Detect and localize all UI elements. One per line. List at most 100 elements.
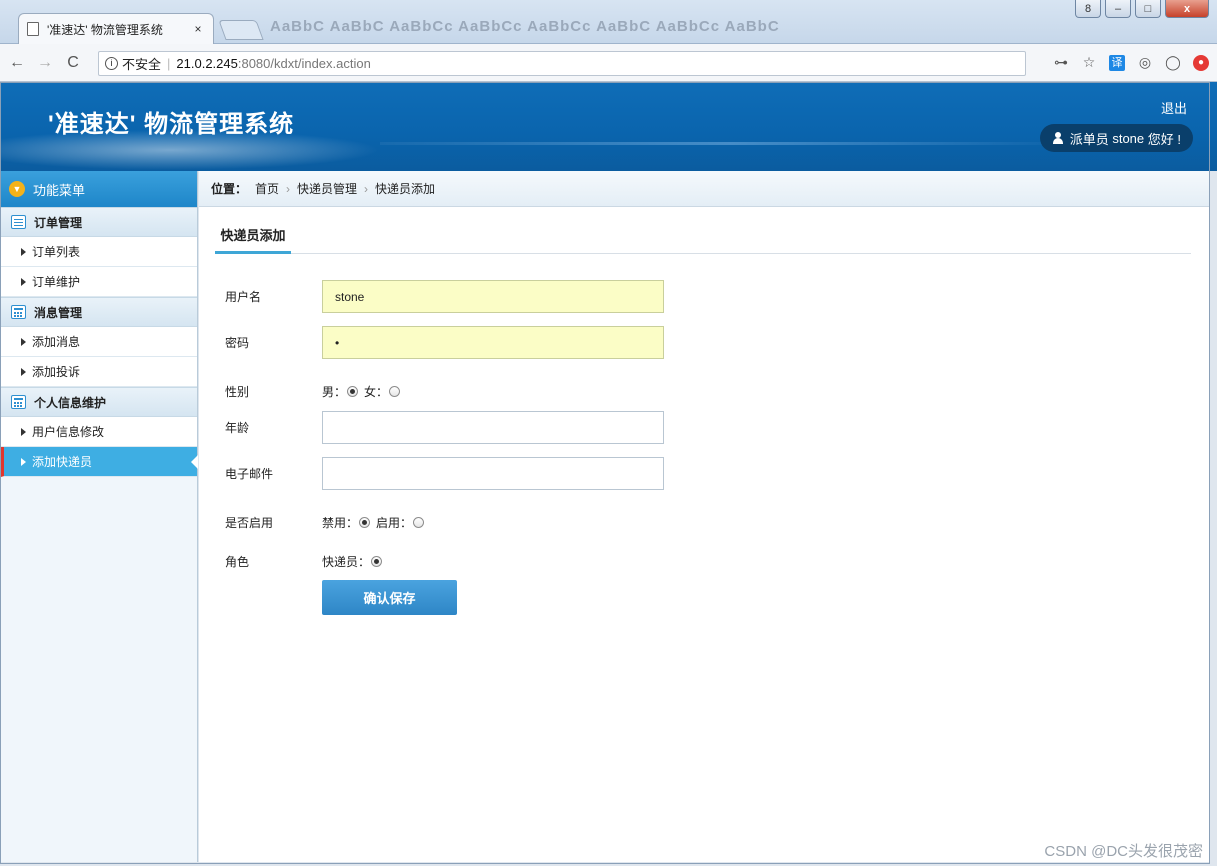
background-styles-ribbon: AaBbC AaBbC AaBbCc AaBbCc AaBbCc AaBbC A… [270, 18, 780, 35]
security-label: 不安全 [122, 57, 162, 72]
sidebar-group-label: 订单管理 [34, 215, 83, 230]
maximize-button[interactable]: □ [1135, 0, 1161, 18]
sidebar-item-label: 添加快递员 [32, 455, 93, 469]
sidebar-item-label: 用户信息修改 [32, 425, 105, 439]
list-icon [11, 215, 26, 229]
email-row: 电子邮件 [225, 457, 664, 490]
sidebar-group-label: 消息管理 [34, 305, 83, 320]
bookmark-star-icon[interactable]: ☆ [1081, 54, 1097, 71]
browser-tabstrip: '准速达' 物流管理系统 × AaBbC AaBbC AaBbCc AaBbCc… [0, 0, 1217, 44]
gender-female-label: 女： [364, 385, 389, 399]
calendar-icon [11, 395, 26, 409]
breadcrumb-courier-mgmt[interactable]: 快递员管理 [297, 180, 357, 197]
update-icon[interactable]: ● [1193, 54, 1209, 71]
new-tab-button[interactable] [218, 20, 264, 40]
extension-icons: ⊶ ☆ 译 ◎ ◯ ● [1053, 54, 1209, 71]
greeting-text: 您好 ! [1147, 131, 1181, 147]
function-menu-header[interactable]: ▼ 功能菜单 [1, 171, 197, 207]
watermark: CSDN @DC头发很茂密 [1044, 843, 1203, 860]
user-icon [1052, 132, 1064, 144]
sidebar-item-edit-user[interactable]: 用户信息修改 [1, 417, 197, 447]
password-row: 密码 [225, 326, 664, 359]
email-field[interactable] [322, 457, 664, 490]
sidebar-item-order-list[interactable]: 订单列表 [1, 237, 197, 267]
breadcrumb-home[interactable]: 首页 [255, 180, 279, 197]
address-bar[interactable]: i 不安全 | 21.0.2.245 :8080/kdxt/index.acti… [98, 51, 1026, 76]
extension-ring-icon[interactable]: ◯ [1165, 54, 1181, 71]
email-label: 电子邮件 [225, 467, 274, 481]
url-separator: | [167, 56, 171, 71]
caret-right-icon [21, 247, 26, 256]
sidebar-item-order-maintain[interactable]: 订单维护 [1, 267, 197, 297]
caret-right-icon [21, 277, 26, 286]
gender-label: 性别 [225, 385, 250, 399]
gender-female-radio[interactable] [389, 386, 401, 397]
close-window-button[interactable]: x [1165, 0, 1209, 18]
app-header: '准速达' 物流管理系统 退出 派单员 stone 您好 ! [0, 82, 1217, 171]
disabled-radio[interactable] [359, 517, 371, 528]
breadcrumb-current: 快递员添加 [375, 182, 436, 196]
url-host: 21.0.2.245 [176, 56, 238, 71]
age-label: 年龄 [225, 421, 250, 435]
role-label: 角色 [225, 555, 250, 569]
translate-icon[interactable]: 译 [1109, 54, 1125, 71]
menu-title: 功能菜单 [33, 182, 86, 198]
browser-toolbar: ← → C i 不安全 | 21.0.2.245 :8080/kdxt/inde… [0, 44, 1217, 82]
sidebar: ▼ 功能菜单 订单管理 订单列表 订单维护 消息管理 添加消息 添加投诉 个人信… [1, 171, 198, 862]
app-title: '准速达' 物流管理系统 [48, 111, 295, 138]
back-arrow-icon[interactable]: ← [6, 54, 28, 72]
courier-radio[interactable] [371, 556, 383, 567]
caret-right-icon [21, 337, 26, 346]
user-greeting: 派单员 stone 您好 ! [1039, 124, 1193, 152]
caret-right-icon [21, 427, 26, 436]
sidebar-group-profile[interactable]: 个人信息维护 [1, 387, 197, 417]
user-role: 派单员 [1069, 131, 1109, 147]
gender-male-label: 男： [322, 385, 347, 399]
enabled-radio[interactable] [413, 517, 425, 528]
role-radio-group: 快递员： [322, 553, 388, 570]
sidebar-item-add-courier[interactable]: 添加快递员 [1, 447, 198, 477]
sidebar-group-label: 个人信息维护 [34, 395, 107, 410]
url-path: :8080/kdxt/index.action [237, 56, 371, 71]
reload-icon[interactable]: C [62, 54, 84, 72]
password-field[interactable] [322, 326, 664, 359]
minimize-button[interactable]: – [1105, 0, 1131, 18]
main-content: 位置： 首页 › 快递员管理 › 快递员添加 快递员添加 用户名 密码 性别 男… [199, 171, 1209, 862]
header-light-streak [380, 142, 1080, 145]
breadcrumb-separator: › [364, 181, 369, 196]
gender-male-radio[interactable] [347, 386, 359, 397]
age-field[interactable] [322, 411, 664, 444]
close-tab-icon[interactable]: × [191, 22, 205, 36]
caret-right-icon [21, 457, 26, 466]
enabled-label: 是否启用 [225, 516, 274, 530]
sidebar-group-orders[interactable]: 订单管理 [1, 207, 197, 237]
breadcrumb-label: 位置： [211, 182, 248, 196]
user-name: stone [1112, 130, 1145, 146]
forward-arrow-icon[interactable]: → [34, 54, 56, 72]
tab-add-courier[interactable]: 快递员添加 [215, 217, 291, 254]
logout-link[interactable]: 退出 [1161, 98, 1187, 117]
sidebar-item-add-complaint[interactable]: 添加投诉 [1, 357, 197, 387]
save-button[interactable]: 确认保存 [322, 580, 457, 615]
courier-option-label: 快递员： [322, 555, 371, 569]
browser-tab[interactable]: '准速达' 物流管理系统 × [18, 13, 214, 44]
user-profile-button[interactable]: 8 [1075, 0, 1101, 18]
info-icon[interactable]: i [105, 57, 118, 70]
role-row: 角色 快递员： [225, 553, 388, 570]
caret-right-icon [21, 367, 26, 376]
enabled-row: 是否启用 禁用： 启用： [225, 514, 430, 531]
breadcrumb: 位置： 首页 › 快递员管理 › 快递员添加 [199, 171, 1209, 207]
page-icon [27, 22, 39, 36]
sidebar-item-label: 添加投诉 [32, 365, 81, 379]
sidebar-group-messages[interactable]: 消息管理 [1, 297, 197, 327]
username-field[interactable] [322, 280, 664, 313]
sidebar-item-add-message[interactable]: 添加消息 [1, 327, 197, 357]
age-row: 年龄 [225, 411, 664, 444]
window-controls: 8 – □ x [1075, 0, 1209, 18]
password-label: 密码 [225, 336, 250, 350]
sidebar-item-label: 订单列表 [32, 245, 81, 259]
calendar-icon [11, 305, 26, 319]
enabled-option-label: 启用： [376, 516, 413, 530]
key-icon[interactable]: ⊶ [1053, 54, 1069, 71]
extension-circle-icon[interactable]: ◎ [1137, 54, 1153, 71]
